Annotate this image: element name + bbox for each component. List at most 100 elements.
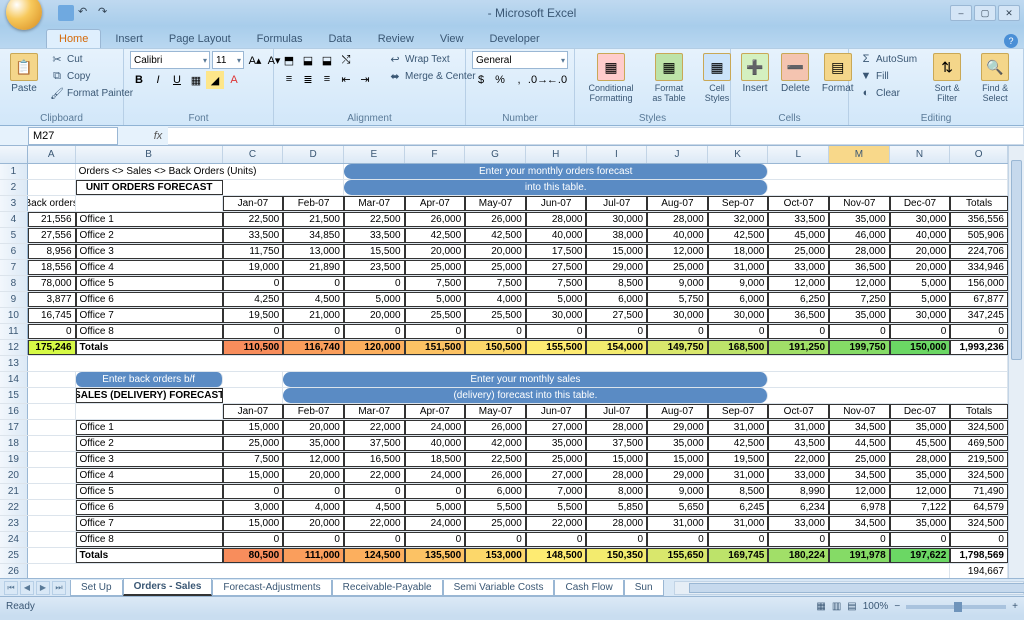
- cell[interactable]: [28, 436, 76, 451]
- cell[interactable]: 6,978: [829, 500, 890, 515]
- cell[interactable]: 31,000: [708, 420, 769, 435]
- sheet-tab[interactable]: Cash Flow: [554, 580, 623, 596]
- row-header[interactable]: 3: [0, 196, 28, 211]
- cell[interactable]: 12,000: [829, 484, 890, 499]
- cell[interactable]: Dec-07: [890, 196, 951, 211]
- cell[interactable]: Totals: [76, 340, 223, 355]
- cell[interactable]: 356,556: [950, 212, 1008, 227]
- cell[interactable]: 116,740: [283, 340, 344, 355]
- sheet-tab[interactable]: Receivable-Payable: [332, 580, 443, 596]
- cell[interactable]: 67,877: [950, 292, 1008, 307]
- tab-home[interactable]: Home: [46, 29, 101, 48]
- insert-cells-button[interactable]: ➕Insert: [737, 51, 773, 96]
- cell[interactable]: 28,000: [647, 212, 708, 227]
- cell[interactable]: 0: [344, 532, 405, 547]
- cell[interactable]: 28,000: [890, 452, 951, 467]
- cell[interactable]: 25,000: [465, 516, 526, 531]
- cell[interactable]: 0: [405, 484, 466, 499]
- cell[interactable]: 29,000: [647, 468, 708, 483]
- cell[interactable]: Office 7: [76, 308, 223, 323]
- cell[interactable]: into this table.: [344, 180, 768, 195]
- cell[interactable]: 4,500: [283, 292, 344, 307]
- tab-nav-prev[interactable]: ◀: [20, 581, 34, 595]
- grow-font-icon[interactable]: A▴: [246, 51, 264, 69]
- cell[interactable]: 23,500: [344, 260, 405, 275]
- cell[interactable]: 30,000: [890, 212, 951, 227]
- cell[interactable]: 0: [405, 324, 466, 339]
- cell[interactable]: 22,000: [526, 516, 587, 531]
- dec-decimal[interactable]: ←.0: [548, 71, 566, 89]
- cell[interactable]: 5,650: [647, 500, 708, 515]
- cell[interactable]: 22,000: [768, 452, 829, 467]
- cell[interactable]: [28, 404, 76, 419]
- cell[interactable]: 28,000: [586, 516, 647, 531]
- cell[interactable]: 36,500: [768, 308, 829, 323]
- cell[interactable]: 33,000: [768, 516, 829, 531]
- col-G[interactable]: G: [465, 146, 526, 163]
- cell[interactable]: 469,500: [950, 436, 1008, 451]
- col-M[interactable]: M: [829, 146, 890, 163]
- cell[interactable]: 150,500: [465, 340, 526, 355]
- cell[interactable]: Back orders: [28, 196, 76, 211]
- cell[interactable]: 30,000: [708, 308, 769, 323]
- cell[interactable]: 219,500: [950, 452, 1008, 467]
- cell[interactable]: 35,000: [283, 436, 344, 451]
- inc-decimal[interactable]: .0→: [529, 71, 547, 89]
- cell[interactable]: Office 6: [76, 500, 223, 515]
- cell[interactable]: Office 2: [76, 436, 223, 451]
- cell[interactable]: 40,000: [526, 228, 587, 243]
- cell[interactable]: Jul-07: [586, 404, 647, 419]
- help-icon[interactable]: ?: [1004, 34, 1018, 48]
- cell[interactable]: 5,850: [586, 500, 647, 515]
- cell[interactable]: Jun-07: [526, 404, 587, 419]
- cell[interactable]: 28,000: [526, 212, 587, 227]
- cell[interactable]: 19,500: [223, 308, 284, 323]
- row-header[interactable]: 17: [0, 420, 28, 435]
- row-header[interactable]: 9: [0, 292, 28, 307]
- cell[interactable]: 8,990: [768, 484, 829, 499]
- cell[interactable]: [223, 180, 344, 195]
- row-header[interactable]: 23: [0, 516, 28, 531]
- cell[interactable]: 1,993,236: [950, 340, 1008, 355]
- cell[interactable]: Office 2: [76, 228, 223, 243]
- cell[interactable]: 31,000: [708, 468, 769, 483]
- minimize-button[interactable]: –: [950, 5, 972, 21]
- cell[interactable]: 0: [647, 532, 708, 547]
- cell[interactable]: 7,500: [465, 276, 526, 291]
- cell[interactable]: 334,946: [950, 260, 1008, 275]
- col-C[interactable]: C: [223, 146, 284, 163]
- cell[interactable]: 0: [586, 532, 647, 547]
- tab-nav-first[interactable]: ⏮: [4, 581, 18, 595]
- percent-button[interactable]: %: [491, 71, 509, 89]
- cell[interactable]: 38,000: [586, 228, 647, 243]
- cell[interactable]: Totals: [950, 196, 1008, 211]
- cell[interactable]: Jun-07: [526, 196, 587, 211]
- cell[interactable]: Oct-07: [768, 196, 829, 211]
- cell[interactable]: 180,224: [768, 548, 829, 563]
- cell[interactable]: 151,500: [405, 340, 466, 355]
- tab-nav-last[interactable]: ⏭: [52, 581, 66, 595]
- row-header[interactable]: 21: [0, 484, 28, 499]
- cell[interactable]: [28, 468, 76, 483]
- cell[interactable]: 31,000: [647, 516, 708, 531]
- cell[interactable]: [28, 484, 76, 499]
- cell[interactable]: 18,500: [405, 452, 466, 467]
- cell[interactable]: 27,500: [526, 260, 587, 275]
- cell[interactable]: 12,000: [890, 484, 951, 499]
- cell[interactable]: [28, 164, 76, 179]
- cell[interactable]: Enter your monthly sales: [283, 372, 768, 387]
- cell[interactable]: 7,122: [890, 500, 951, 515]
- cell[interactable]: Totals: [950, 404, 1008, 419]
- row-header[interactable]: 15: [0, 388, 28, 403]
- cell[interactable]: 168,500: [708, 340, 769, 355]
- align-right[interactable]: ≡: [318, 70, 336, 88]
- cell[interactable]: 21,000: [283, 308, 344, 323]
- save-icon[interactable]: [58, 5, 74, 21]
- cell[interactable]: 35,000: [526, 436, 587, 451]
- cell[interactable]: 169,745: [708, 548, 769, 563]
- cell[interactable]: Office 4: [76, 468, 223, 483]
- cell[interactable]: [28, 500, 76, 515]
- cell[interactable]: 28,000: [829, 244, 890, 259]
- row-header[interactable]: 6: [0, 244, 28, 259]
- cell[interactable]: 27,000: [526, 468, 587, 483]
